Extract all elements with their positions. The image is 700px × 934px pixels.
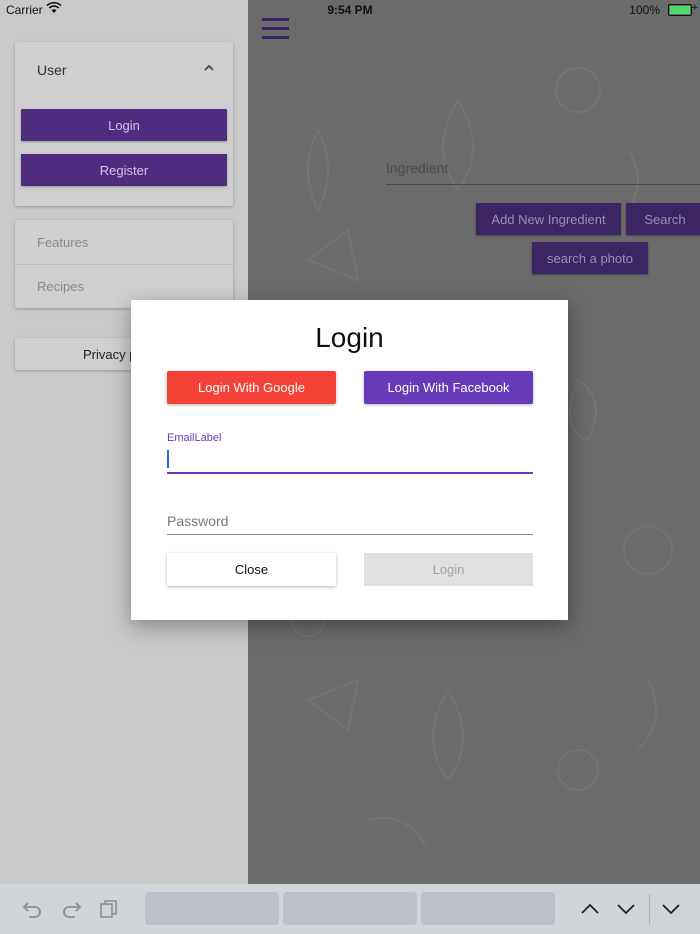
email-field[interactable] <box>167 446 533 474</box>
suggestion-slot[interactable] <box>421 892 555 925</box>
keyboard-toolbar <box>0 884 700 934</box>
nav-item-features[interactable]: Features <box>37 235 88 250</box>
drawer-login-button[interactable]: Login <box>21 109 227 141</box>
battery-icon <box>668 4 692 16</box>
nav-section: Features Recipes <box>15 220 233 308</box>
status-bar: Carrier 9:54 PM 100% + <box>0 0 700 20</box>
suggestion-slot[interactable] <box>145 892 279 925</box>
privacy-label: Privacy p <box>83 347 137 362</box>
drawer-register-button[interactable]: Register <box>21 154 227 186</box>
nav-item-recipes[interactable]: Recipes <box>37 279 84 294</box>
clipboard-icon[interactable] <box>98 899 120 919</box>
user-section: User Login Register <box>15 42 233 206</box>
clock: 9:54 PM <box>327 3 373 17</box>
email-label: EmailLabel <box>167 432 222 444</box>
login-submit-button[interactable]: Login <box>364 553 533 586</box>
previous-field-chevron-up-icon[interactable] <box>579 899 601 919</box>
divider <box>15 264 233 265</box>
user-section-title[interactable]: User <box>37 62 67 78</box>
battery-percent: 100% <box>629 3 660 17</box>
undo-icon[interactable] <box>22 899 44 919</box>
login-dialog: Login Login With Google Login With Faceb… <box>131 300 568 620</box>
suggestion-slot[interactable] <box>283 892 417 925</box>
divider <box>649 894 650 924</box>
menu-hamburger-icon[interactable] <box>262 18 289 40</box>
charging-icon: + <box>691 2 698 14</box>
add-ingredient-button[interactable]: Add New Ingredient <box>476 203 621 235</box>
next-field-chevron-down-icon[interactable] <box>615 899 637 919</box>
password-field[interactable] <box>167 508 533 535</box>
login-facebook-button[interactable]: Login With Facebook <box>364 371 533 404</box>
search-photo-button[interactable]: search a photo <box>532 242 648 274</box>
redo-icon[interactable] <box>60 899 82 919</box>
search-button[interactable]: Search <box>626 203 700 235</box>
dismiss-keyboard-chevron-down-icon[interactable] <box>660 899 682 919</box>
ingredient-input[interactable]: Ingredient <box>386 160 700 185</box>
close-button[interactable]: Close <box>167 553 336 586</box>
text-caret <box>167 450 169 468</box>
login-google-button[interactable]: Login With Google <box>167 371 336 404</box>
chevron-up-icon[interactable] <box>203 62 215 74</box>
dialog-title: Login <box>315 322 384 353</box>
